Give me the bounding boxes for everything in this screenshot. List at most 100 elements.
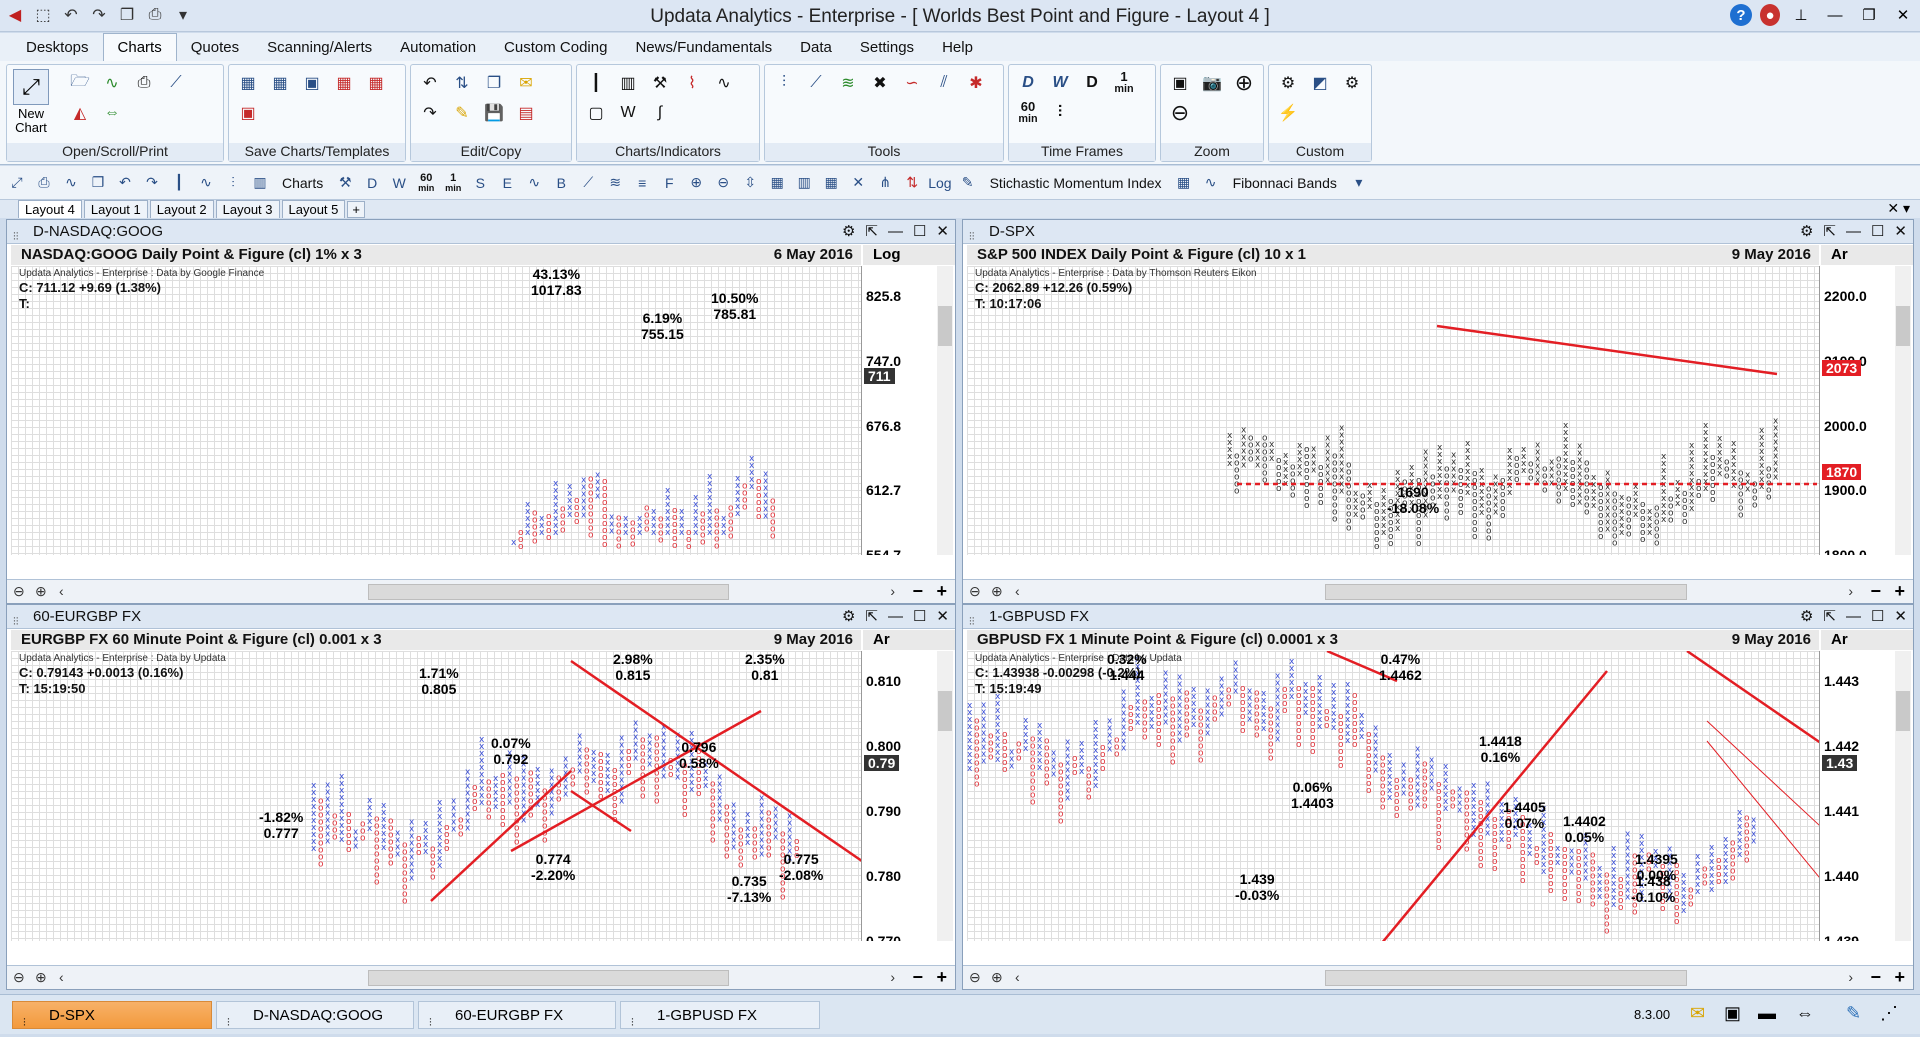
tools-icon[interactable]: ⚒ bbox=[647, 71, 673, 95]
delete-chart-icon[interactable]: ▦ bbox=[331, 71, 357, 95]
line-chart-icon[interactable]: ∿ bbox=[711, 71, 737, 95]
curve-icon[interactable]: ∽ bbox=[899, 71, 925, 95]
minus-button[interactable]: − bbox=[912, 581, 923, 602]
grid-icon[interactable]: ▦ bbox=[820, 171, 842, 195]
layout-tab-4[interactable]: Layout 4 bbox=[18, 200, 82, 218]
copy-small-icon[interactable]: ❐ bbox=[87, 171, 109, 195]
add-layout-button[interactable]: + bbox=[347, 201, 365, 218]
wrench-icon[interactable]: ✖ bbox=[867, 71, 893, 95]
gear-icon[interactable]: ⚙ bbox=[1800, 605, 1813, 629]
pnf-icon[interactable]: ⫶ bbox=[222, 171, 244, 195]
trendline-icon[interactable]: ⟋ bbox=[803, 71, 829, 95]
bars-icon[interactable]: ┃ bbox=[168, 171, 190, 195]
layout-icon[interactable]: ▥ bbox=[793, 171, 815, 195]
zoom-out-icon[interactable]: ⊖ bbox=[1167, 100, 1193, 125]
vertical-scrollbar[interactable] bbox=[1895, 266, 1911, 555]
undo-ribbon-icon[interactable]: ↶ bbox=[417, 71, 443, 95]
scroll-left-icon[interactable]: ‹ bbox=[1015, 969, 1020, 985]
plus-button[interactable]: + bbox=[936, 581, 947, 602]
scroll-left-icon[interactable]: ‹ bbox=[59, 583, 64, 599]
scroll-thumb[interactable] bbox=[1896, 691, 1910, 731]
zoom-out-pane-icon[interactable]: ⊖ bbox=[13, 583, 25, 600]
select-icon[interactable]: ⤢ bbox=[6, 171, 28, 195]
vertical-scrollbar[interactable] bbox=[1895, 651, 1911, 941]
status-tab-gbpusd[interactable]: ⫶ 1-GBPUSD FX bbox=[620, 1001, 820, 1029]
pin-icon[interactable]: ⊥ bbox=[1788, 4, 1814, 26]
timeframe-daily[interactable]: D bbox=[1015, 71, 1041, 95]
price-axis[interactable]: 825.8 747.0 676.8 612.7 554.7 711 bbox=[861, 266, 935, 555]
horizontal-scrollbar[interactable] bbox=[1325, 970, 1687, 986]
oscillator-icon[interactable]: ∫ bbox=[647, 101, 673, 125]
close-pane-icon[interactable]: ✕ bbox=[1894, 605, 1907, 629]
trend-line[interactable] bbox=[1706, 720, 1819, 851]
chart-plot-area[interactable]: xoooxxxxxoooooxxxooooxxxxxxxxooooxxxxxoo… bbox=[11, 266, 861, 555]
pen-icon[interactable]: ✎ bbox=[1846, 1003, 1861, 1024]
zoom-in-pane-icon[interactable]: ⊕ bbox=[35, 969, 47, 986]
redo-small-icon[interactable]: ↷ bbox=[141, 171, 163, 195]
line-small-icon[interactable]: ∿ bbox=[195, 171, 217, 195]
scroll-thumb[interactable] bbox=[938, 691, 952, 731]
indicator-stochastic[interactable]: Stichastic Momentum Index bbox=[984, 175, 1168, 191]
pane-header[interactable]: ⫶⫶ D-SPX ⚙ ⇱ — ☐ ✕ bbox=[963, 220, 1913, 244]
monitor-icon[interactable]: ▬ bbox=[1758, 1003, 1776, 1024]
bollinger-icon[interactable]: B bbox=[550, 171, 572, 195]
maximize-pane-icon[interactable]: ☐ bbox=[1871, 605, 1884, 629]
close-pane-icon[interactable]: ✕ bbox=[1894, 220, 1907, 244]
one-min-small[interactable]: 1 min bbox=[442, 171, 464, 195]
gear-icon[interactable]: ⚙ bbox=[842, 605, 855, 629]
magnify-icon[interactable]: ⊕ bbox=[685, 171, 707, 195]
timeframe-intraday[interactable]: ⫶ bbox=[1047, 101, 1073, 125]
settings-gear-icon[interactable]: ⚙ bbox=[1339, 71, 1365, 95]
mail-icon[interactable]: ✉ bbox=[1690, 1003, 1705, 1024]
layout-tab-5[interactable]: Layout 5 bbox=[281, 200, 346, 218]
chart-pane-gbpusd[interactable]: ⫶⫶ 1-GBPUSD FX ⚙ ⇱ — ☐ ✕ GBPUSD FX 1 Min… bbox=[962, 604, 1914, 990]
status-tab-eurgbp[interactable]: ⫶ 60-EURGBP FX bbox=[418, 1001, 616, 1029]
vertical-scrollbar[interactable] bbox=[937, 266, 953, 555]
price-axis[interactable]: 1.443 1.442 1.441 1.440 1.439 1.43 bbox=[1819, 651, 1893, 941]
maximize-pane-icon[interactable]: ☐ bbox=[913, 605, 926, 629]
timeframe-60min[interactable]: 60 min bbox=[1015, 100, 1041, 125]
frame-icon[interactable]: ▢ bbox=[583, 101, 609, 125]
scan-icon[interactable]: ▦ bbox=[766, 171, 788, 195]
pitchfork-icon[interactable]: ⋔ bbox=[874, 171, 896, 195]
zoom-in-icon[interactable]: ⊕ bbox=[1231, 70, 1257, 95]
pane-header[interactable]: ⫶⫶ 1-GBPUSD FX ⚙ ⇱ — ☐ ✕ bbox=[963, 605, 1913, 629]
redo-ribbon-icon[interactable]: ↷ bbox=[417, 101, 443, 125]
close-pane-icon[interactable]: ✕ bbox=[936, 220, 949, 244]
zoom-in-pane-icon[interactable]: ⊕ bbox=[991, 583, 1003, 600]
menu-scanning-alerts[interactable]: Scanning/Alerts bbox=[253, 34, 386, 61]
tools-small-icon[interactable]: ⚒ bbox=[334, 171, 356, 195]
daily-small-icon[interactable]: D bbox=[361, 171, 383, 195]
scroll-left-icon[interactable]: ‹ bbox=[1015, 583, 1020, 599]
price-axis[interactable]: 0.810 0.800 0.790 0.780 0.770 0.79 bbox=[861, 651, 935, 941]
timeframe-1min[interactable]: 1 min bbox=[1111, 70, 1137, 95]
horizontal-icon[interactable]: ≡ bbox=[631, 171, 653, 195]
maximize-pane-icon[interactable]: ☐ bbox=[913, 220, 926, 244]
pane-header[interactable]: ⫶⫶ D-NASDAQ:GOOG ⚙ ⇱ — ☐ ✕ bbox=[7, 220, 955, 244]
open-folder-icon[interactable]: 🗁 bbox=[67, 71, 93, 95]
scroll-right-icon[interactable]: › bbox=[890, 969, 895, 985]
gear-icon[interactable]: ⚙ bbox=[842, 220, 855, 244]
save-template-icon[interactable]: ▦ bbox=[267, 71, 293, 95]
status-tab-goog[interactable]: ⫶ D-NASDAQ:GOOG bbox=[216, 1001, 414, 1029]
draw-icon[interactable]: ⟋ bbox=[163, 71, 189, 95]
close-layout-icon[interactable]: ✕ ▾ bbox=[1887, 200, 1910, 217]
minimize-button[interactable]: — bbox=[1822, 4, 1848, 26]
help-icon[interactable]: ? bbox=[1730, 4, 1752, 26]
chart-plot-area[interactable]: xxxxxooooooxxxxxxooooxxxxoooooooxxxooooo… bbox=[967, 266, 1819, 555]
custom-indicator-icon[interactable]: ⚙ bbox=[1275, 71, 1301, 95]
plus-button[interactable]: + bbox=[1894, 581, 1905, 602]
indicator-color-icon[interactable]: ▦ bbox=[1173, 171, 1195, 195]
indicator-fibonacci[interactable]: Fibonnaci Bands bbox=[1227, 175, 1343, 191]
gear-icon[interactable]: ⚙ bbox=[1800, 220, 1813, 244]
email-icon[interactable]: ✉ bbox=[513, 71, 539, 95]
bar-chart-icon[interactable]: ┃ bbox=[583, 71, 609, 95]
menu-quotes[interactable]: Quotes bbox=[177, 34, 253, 61]
status-tab-spx[interactable]: ⫶ D-SPX bbox=[12, 1001, 212, 1029]
menu-desktops[interactable]: Desktops bbox=[12, 34, 103, 61]
detach-icon[interactable]: ⇱ bbox=[865, 220, 878, 244]
menu-automation[interactable]: Automation bbox=[386, 34, 490, 61]
new-chart-button[interactable]: ⤢ New Chart bbox=[13, 69, 49, 141]
camera-icon[interactable]: 📷 bbox=[1199, 71, 1225, 95]
scroll-left-icon[interactable]: ‹ bbox=[59, 969, 64, 985]
